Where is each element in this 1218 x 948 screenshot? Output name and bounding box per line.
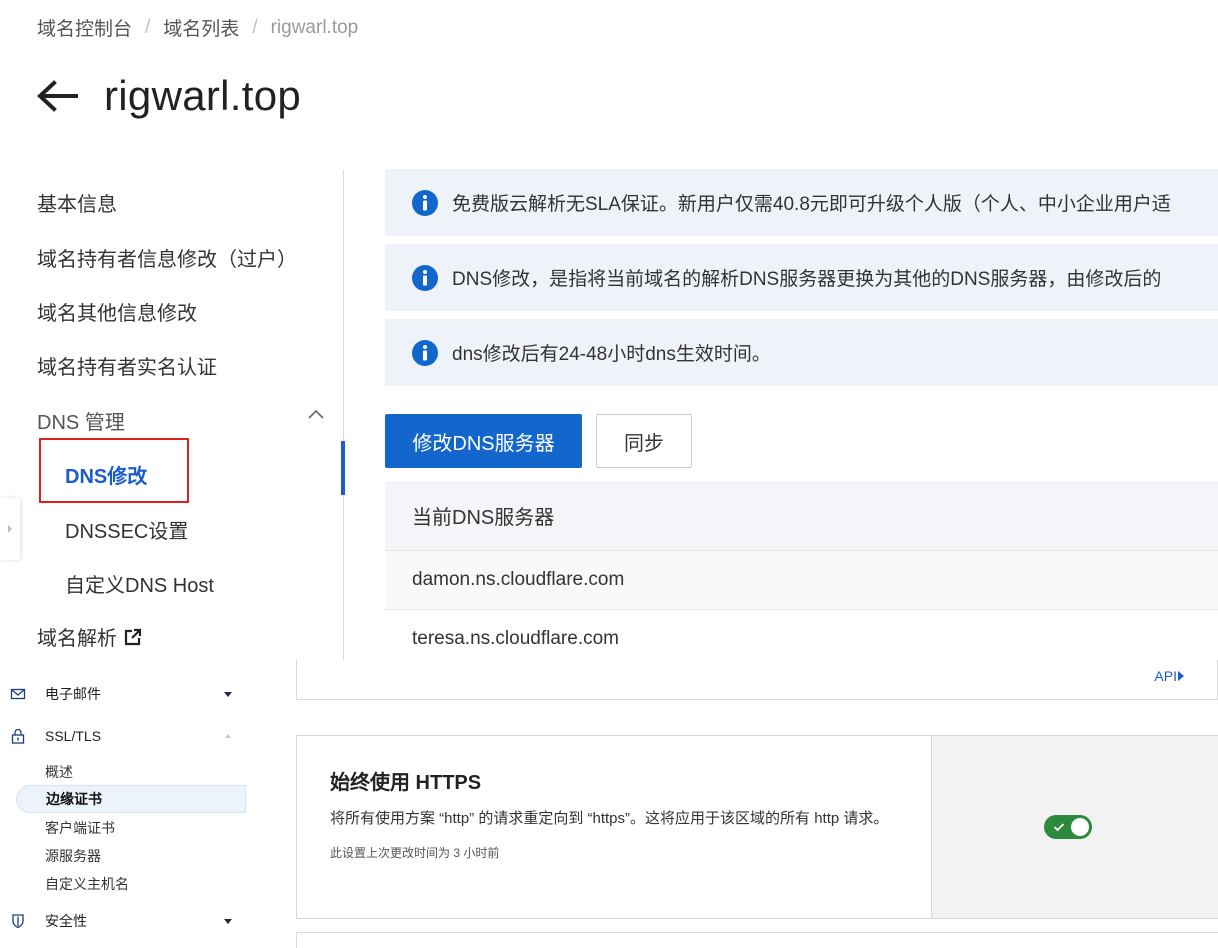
card-body: 始终使用 HTTPS 将所有使用方案 “http” 的请求重定向到 “https… <box>297 736 931 918</box>
ssl-tls-panel: 电子邮件 SSL/TLS 概述 边缘证书 客户端证书 源服务器 自定义主机名 安… <box>0 660 1218 948</box>
envelope-icon <box>10 688 26 700</box>
card-last-modified: 此设置上次更改时间为 3 小时前 <box>330 846 500 860</box>
sidebar-item-ssl-tls[interactable]: SSL/TLS <box>0 726 246 746</box>
nav-group-dns[interactable]: DNS 管理 <box>37 406 125 435</box>
card-description: 将所有使用方案 “http” 的请求重定向到 “https”。这将应用于该区域的… <box>330 810 889 827</box>
lock-icon <box>11 728 25 744</box>
nav-item-domain-resolve[interactable]: 域名解析 <box>37 622 143 651</box>
info-icon <box>412 189 438 216</box>
caret-right-icon <box>1178 671 1184 681</box>
page-header: rigwarl.top <box>36 72 301 120</box>
sync-button[interactable]: 同步 <box>596 414 692 468</box>
page-title: rigwarl.top <box>104 72 302 119</box>
alert-free-plan: 免费版云解析无SLA保证。新用户仅需40.8元即可升级个人版（个人、中小企业用户… <box>385 169 1218 236</box>
nav-item-other-info[interactable]: 域名其他信息修改 <box>37 297 197 326</box>
sidebar-subitem-overview[interactable]: 概述 <box>16 758 246 786</box>
card-title: 始终使用 HTTPS <box>330 772 482 794</box>
sidebar-item-label: 电子邮件 <box>45 686 101 702</box>
caret-up-icon <box>225 734 231 738</box>
dns-server-value: damon.ns.cloudflare.com <box>412 569 625 590</box>
chevron-up-icon[interactable] <box>305 404 327 426</box>
nav-item-real-name[interactable]: 域名持有者实名认证 <box>37 351 217 380</box>
sidebar-subitem-label: 边缘证书 <box>46 791 102 807</box>
always-use-https-card: 始终使用 HTTPS 将所有使用方案 “http” 的请求重定向到 “https… <box>296 735 1218 919</box>
caret-down-icon <box>224 919 232 924</box>
nav-item-label: 域名持有者信息修改（过户） <box>37 249 297 271</box>
external-link-icon <box>124 628 142 645</box>
table-row: damon.ns.cloudflare.com <box>385 551 1218 610</box>
sidebar-subitem-edge-certificates[interactable]: 边缘证书 <box>16 785 246 813</box>
always-https-toggle[interactable] <box>1044 815 1092 839</box>
table-header-label: 当前DNS服务器 <box>412 507 555 529</box>
side-nav-active-indicator <box>341 441 345 495</box>
nav-item-label: DNS修改 <box>65 466 148 488</box>
sidebar-subitem-label: 源服务器 <box>45 848 101 864</box>
sidebar-subitem-label: 客户端证书 <box>45 820 115 836</box>
nav-item-label: 域名解析 <box>37 628 117 650</box>
info-icon <box>412 264 438 291</box>
breadcrumb-item-domain-list[interactable]: 域名列表 <box>163 14 239 41</box>
nav-item-label: 域名其他信息修改 <box>37 303 197 325</box>
sidebar-item-label: 安全性 <box>45 913 87 929</box>
nav-group-label: DNS 管理 <box>37 412 125 434</box>
table-header: 当前DNS服务器 <box>385 481 1218 551</box>
nav-item-basic-info[interactable]: 基本信息 <box>37 188 117 217</box>
nav-item-owner-transfer[interactable]: 域名持有者信息修改（过户） <box>37 243 297 272</box>
nav-item-label: 自定义DNS Host <box>65 575 214 597</box>
sidebar-item-label: SSL/TLS <box>45 728 102 744</box>
check-icon <box>1053 823 1065 832</box>
sidebar-subitem-label: 概述 <box>45 764 73 780</box>
alert-text: DNS修改，是指将当前域名的解析DNS服务器更换为其他的DNS服务器，由修改后的 <box>452 269 1162 290</box>
side-nav-divider <box>343 170 344 660</box>
dns-server-table: 当前DNS服务器 damon.ns.cloudflare.com teresa.… <box>385 481 1218 660</box>
alert-dns-explain: DNS修改，是指将当前域名的解析DNS服务器更换为其他的DNS服务器，由修改后的 <box>385 244 1218 311</box>
alert-text: dns修改后有24-48小时dns生效时间。 <box>452 344 771 365</box>
nav-item-label: 域名持有者实名认证 <box>37 357 217 379</box>
nav-item-dns-modify[interactable]: DNS修改 <box>65 460 147 489</box>
api-link[interactable]: API <box>1154 668 1185 684</box>
breadcrumb: 域名控制台 / 域名列表 / rigwarl.top <box>37 14 358 41</box>
sidebar-item-email[interactable]: 电子邮件 <box>0 684 246 704</box>
breadcrumb-separator: / <box>252 16 258 38</box>
nav-item-label: DNSSEC设置 <box>65 521 189 543</box>
api-link-label: API <box>1154 668 1177 684</box>
toggle-knob <box>1071 818 1089 836</box>
sidebar-collapse-toggle[interactable] <box>0 498 20 560</box>
sidebar-subitem-origin-server[interactable]: 源服务器 <box>16 842 246 870</box>
shield-icon <box>12 914 24 929</box>
caret-right-icon <box>8 525 12 533</box>
alert-text: 免费版云解析无SLA保证。新用户仅需40.8元即可升级个人版（个人、中小企业用户… <box>452 194 1171 215</box>
dns-server-value: teresa.ns.cloudflare.com <box>412 628 619 649</box>
sidebar-item-security[interactable]: 安全性 <box>0 911 246 931</box>
breadcrumb-separator: / <box>145 16 151 38</box>
cf-sidebar: 电子邮件 SSL/TLS 概述 边缘证书 客户端证书 源服务器 自定义主机名 安… <box>0 660 246 948</box>
sidebar-subitem-label: 自定义主机名 <box>45 876 129 892</box>
alert-dns-effective-time: dns修改后有24-48小时dns生效时间。 <box>385 319 1218 386</box>
breadcrumb-item-current: rigwarl.top <box>270 16 359 38</box>
domain-console: 域名控制台 / 域名列表 / rigwarl.top rigwarl.top 基… <box>0 0 1218 660</box>
nav-item-custom-dns-host[interactable]: 自定义DNS Host <box>65 569 214 598</box>
arrow-left-icon[interactable] <box>36 75 78 117</box>
previous-setting-card: API <box>296 660 1218 700</box>
table-row: teresa.ns.cloudflare.com <box>385 610 1218 660</box>
nav-item-label: 基本信息 <box>37 194 117 216</box>
nav-item-dnssec[interactable]: DNSSEC设置 <box>65 515 188 544</box>
sidebar-subitem-client-certificates[interactable]: 客户端证书 <box>16 814 246 842</box>
next-setting-card <box>296 932 1218 948</box>
sidebar-subitem-custom-hostnames[interactable]: 自定义主机名 <box>16 870 246 898</box>
card-control-panel <box>931 736 1218 918</box>
caret-down-icon <box>224 692 232 697</box>
info-icon <box>412 339 438 366</box>
modify-dns-button[interactable]: 修改DNS服务器 <box>385 414 582 468</box>
breadcrumb-item-console[interactable]: 域名控制台 <box>37 14 132 41</box>
